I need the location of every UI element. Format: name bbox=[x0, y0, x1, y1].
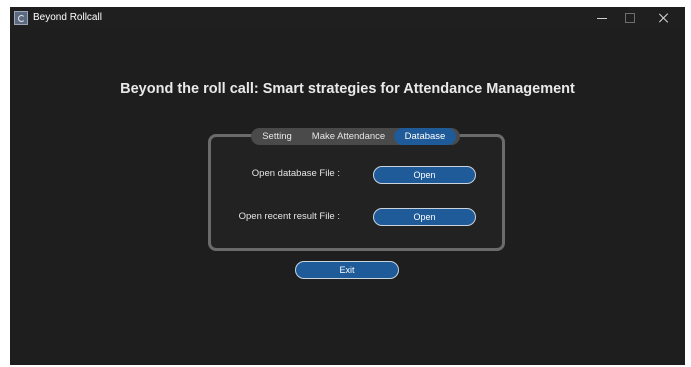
open-recent-result-label: Open recent result File : bbox=[238, 211, 340, 222]
window-title: Beyond Rollcall bbox=[33, 12, 102, 23]
maximize-button[interactable] bbox=[616, 7, 644, 29]
minimize-icon bbox=[597, 18, 607, 19]
tab-bar: Setting Make Attendance Database bbox=[251, 128, 460, 145]
open-database-button[interactable]: Open bbox=[373, 166, 476, 184]
app-icon bbox=[14, 11, 28, 25]
minimize-button[interactable] bbox=[588, 7, 616, 29]
tab-database[interactable]: Database bbox=[394, 128, 456, 145]
tab-setting[interactable]: Setting bbox=[251, 128, 303, 145]
open-database-label: Open database File : bbox=[251, 168, 340, 179]
exit-button[interactable]: Exit bbox=[295, 261, 399, 279]
tab-make-attendance[interactable]: Make Attendance bbox=[303, 128, 394, 145]
title-bar[interactable]: Beyond Rollcall bbox=[10, 7, 685, 29]
close-icon bbox=[658, 12, 670, 24]
page-title: Beyond the roll call: Smart strategies f… bbox=[120, 81, 575, 97]
open-recent-result-button[interactable]: Open bbox=[373, 208, 476, 226]
tab-content-panel bbox=[208, 134, 505, 251]
maximize-icon bbox=[625, 13, 635, 23]
close-button[interactable] bbox=[650, 7, 678, 29]
app-window: Beyond Rollcall Beyond the roll call: Sm… bbox=[10, 7, 685, 365]
